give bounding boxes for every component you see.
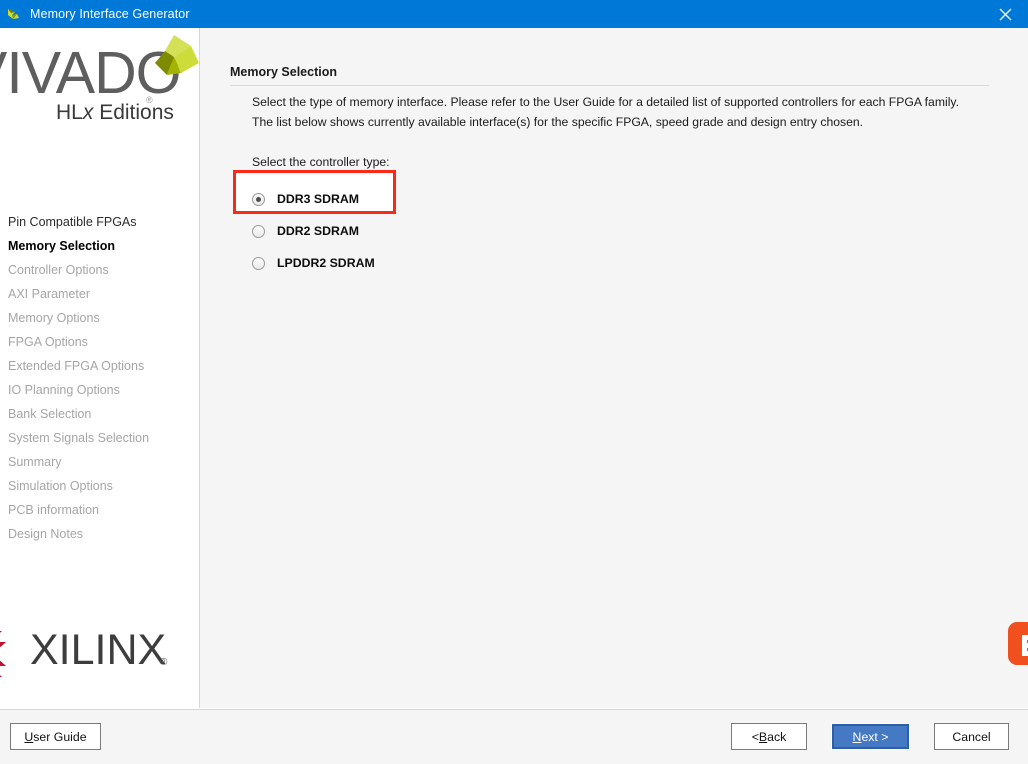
user-guide-post: ser Guide [33,729,87,744]
back-button[interactable]: < Back [731,723,807,750]
radio-option-lpddr2-sdram[interactable]: LPDDR2 SDRAM [252,247,375,279]
window-titlebar: Memory Interface Generator [0,0,1028,28]
radio-option-ddr2-sdram[interactable]: DDR2 SDRAM [252,215,375,247]
close-icon[interactable] [983,0,1028,28]
cancel-label: Cancel [952,729,991,744]
cancel-button[interactable]: Cancel [934,723,1009,750]
xilinx-logo: XILINX ® [0,623,199,685]
controller-type-label: Select the controller type: [252,155,390,169]
window-title: Memory Interface Generator [30,7,190,21]
radio-icon-lpddr2[interactable] [252,256,265,270]
radio-label-lpddr2: LPDDR2 SDRAM [277,256,375,270]
sidebar-item-simulation-options: Simulation Options [8,479,113,493]
back-accel: B [758,729,768,744]
next-button[interactable]: Next > [831,723,910,750]
radio-label-ddr3: DDR3 SDRAM [277,192,359,206]
wizard-sidebar: VIVADO ® HLx Editions Pin Compatible FPG… [0,28,200,708]
radio-icon-ddr2[interactable] [252,224,265,238]
vivado-bird-icon [6,6,22,22]
vivado-subtitle-italic: x [82,101,94,124]
vivado-pinwheel-icon [147,33,199,98]
sidebar-item-memory-selection[interactable]: Memory Selection [0,234,199,258]
sidebar-item-memory-options: Memory Options [8,311,100,325]
radio-icon-ddr3[interactable] [252,192,265,206]
sidebar-item-design-notes: Design Notes [8,527,84,541]
next-post: ext > [861,729,889,744]
sidebar-item-system-signals-selection: System Signals Selection [8,431,150,445]
controller-type-radio-group: DDR3 SDRAM DDR2 SDRAM LPDDR2 SDRAM [252,183,375,279]
radio-option-ddr3-sdram[interactable]: DDR3 SDRAM [252,183,375,215]
back-post: ack [767,729,787,744]
xilinx-wordmark: XILINX [30,626,167,674]
wizard-main-panel: Memory Selection Select the type of memo… [200,28,1028,708]
back-pre: < [751,729,759,744]
sidebar-item-fpga-options: FPGA Options [8,335,88,349]
title-divider [230,85,989,86]
sidebar-item-axi-parameter: AXI Parameter [8,287,90,301]
sidebar-item-pin-compatible-fpgas[interactable]: Pin Compatible FPGAs [0,210,199,234]
wizard-footer: User Guide < Back Next > Cancel [0,709,1028,764]
orange-rounded-badge-icon [1008,622,1028,665]
page-title: Memory Selection [230,65,337,79]
user-guide-accel: U [24,729,34,744]
radio-label-ddr2: DDR2 SDRAM [277,224,359,238]
vivado-subtitle-post: Editions [93,101,174,124]
sidebar-item-bank-selection: Bank Selection [8,407,92,421]
vivado-subtitle-pre: HL [56,101,83,124]
page-description: Select the type of memory interface. Ple… [252,92,1012,132]
vivado-subtitle: HLx Editions [56,101,174,125]
sidebar-item-extended-fpga-options: Extended FPGA Options [8,359,145,373]
sidebar-item-controller-options: Controller Options [8,263,109,277]
sidebar-item-pcb-information: PCB information [8,503,100,517]
xilinx-registered-mark: ® [160,657,168,668]
user-guide-button[interactable]: User Guide [10,723,101,750]
wizard-nav-list: Pin Compatible FPGAs Memory Selection Co… [0,210,199,546]
xilinx-x-icon [0,629,28,684]
vivado-logo: VIVADO ® HLx Editions [0,33,199,143]
sidebar-item-io-planning-options: IO Planning Options [8,383,120,397]
description-line-2: The list below shows currently available… [252,115,864,129]
next-accel: N [852,729,862,744]
sidebar-item-summary: Summary [8,455,62,469]
description-line-1: Select the type of memory interface. Ple… [252,95,959,109]
